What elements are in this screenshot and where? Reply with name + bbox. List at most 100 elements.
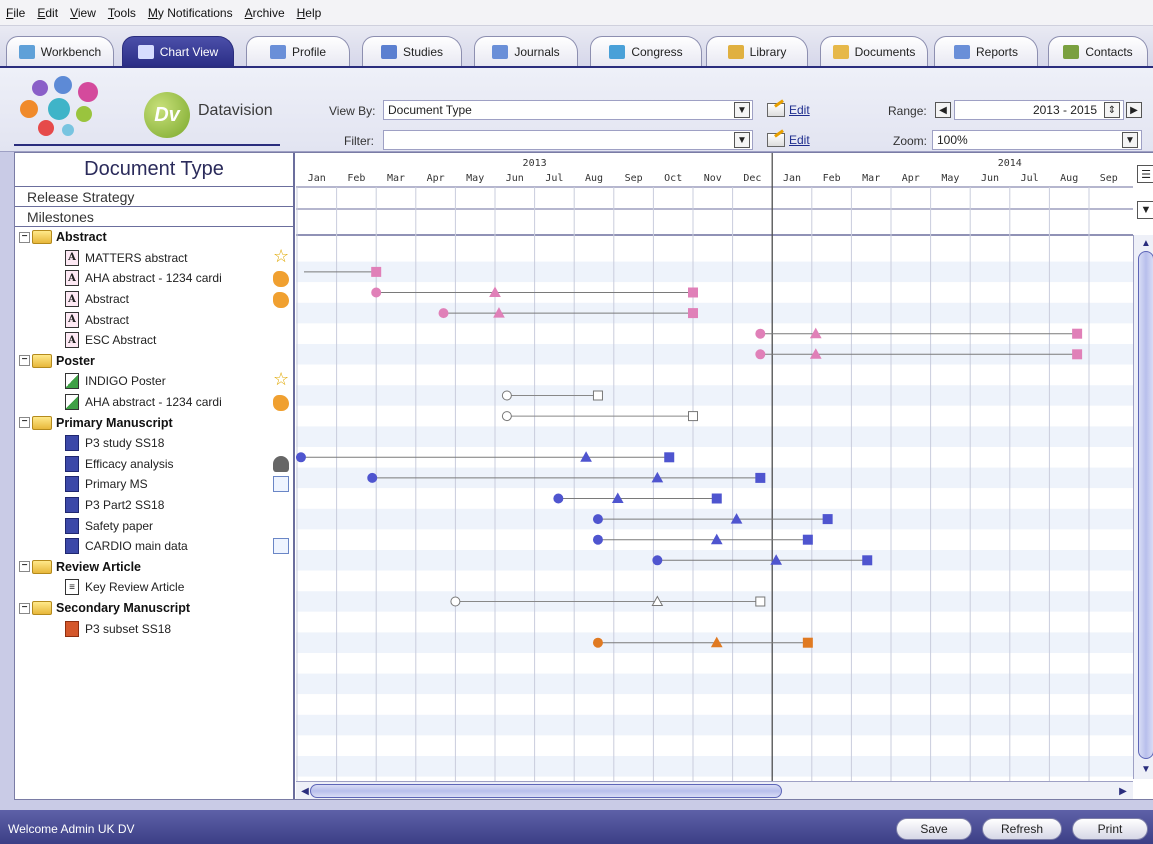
tree-item[interactable]: P3 subset SS18 [15, 618, 293, 639]
brand-logo-icon [18, 76, 118, 140]
filter-funnel-icon[interactable]: ▼ [1137, 201, 1153, 219]
abstract-doc-icon: A [65, 311, 79, 328]
menu-help[interactable]: Help [297, 6, 322, 20]
tree-item[interactable]: Efficacy analysis [15, 454, 293, 475]
collapse-icon[interactable]: − [19, 231, 30, 243]
tree-item[interactable]: Primary MS [15, 474, 293, 495]
range-next-button[interactable]: ▶ [1126, 102, 1142, 118]
menu-edit[interactable]: Edit [37, 6, 58, 20]
tree-item[interactable]: AHA abstract - 1234 cardi [15, 392, 293, 413]
tree-item[interactable]: A Abstract [15, 289, 293, 310]
collapse-icon[interactable]: − [19, 355, 30, 367]
star-icon[interactable]: ☆ [273, 246, 289, 266]
legend-toggle-icon[interactable]: ☰ [1137, 165, 1153, 183]
menu-view[interactable]: View [70, 6, 96, 20]
tree-group-label: Primary Manuscript [56, 415, 173, 430]
chart-row-band [296, 756, 1133, 777]
month-label: Jun [506, 173, 524, 184]
tree-item-label: CARDIO main data [85, 539, 188, 554]
tree-item[interactable]: CARDIO main data [15, 536, 293, 557]
tree-group[interactable]: − Review Article [15, 557, 293, 578]
hand-icon[interactable] [273, 394, 289, 411]
tree-item[interactable]: ≡ Key Review Article [15, 577, 293, 598]
tree-item-label: MATTERS abstract [85, 250, 188, 265]
collapse-icon[interactable]: − [19, 561, 30, 573]
month-label: Mar [862, 173, 880, 184]
month-label: Feb [823, 173, 841, 184]
horizontal-scrollbar[interactable]: ◀ ▶ [296, 781, 1133, 799]
zoom-select[interactable]: 100% [932, 130, 1142, 150]
range-spinner-icon[interactable]: ⇕ [1104, 102, 1120, 118]
manuscript-doc-icon [65, 497, 79, 514]
menu-file[interactable]: File [6, 6, 25, 20]
tree-group[interactable]: − Abstract [15, 227, 293, 248]
end-milestone-marker [802, 534, 813, 545]
print-button[interactable]: Print [1072, 818, 1148, 840]
tab-journals[interactable]: Journals [474, 36, 578, 66]
filter-dropdown-icon[interactable]: ▼ [734, 132, 750, 148]
vertical-scrollbar[interactable]: ▲ ▼ [1133, 235, 1153, 779]
collapse-icon[interactable]: − [19, 602, 30, 614]
range-field[interactable]: 2013 - 2015 [954, 100, 1124, 120]
end-milestone-marker [755, 596, 766, 607]
tab-label: Library [749, 44, 787, 59]
trophy-icon[interactable] [273, 455, 289, 472]
star-icon[interactable]: ☆ [273, 369, 289, 389]
documents-icon [832, 44, 849, 59]
year-label: 2014 [998, 158, 1022, 169]
tree-item[interactable]: A MATTERS abstract ☆ [15, 246, 293, 269]
menu-tools[interactable]: Tools [108, 6, 136, 20]
tab-contacts[interactable]: Contacts [1048, 36, 1148, 66]
tree-item[interactable]: A Abstract [15, 309, 293, 330]
tab-profile[interactable]: Profile [246, 36, 350, 66]
menu-my-notifications[interactable]: My Notifications [148, 6, 233, 20]
tree-group-label: Secondary Manuscript [56, 601, 191, 616]
tree-item[interactable]: A ESC Abstract [15, 330, 293, 351]
chart-row-band [296, 426, 1133, 447]
tab-label: Studies [402, 44, 444, 59]
tree-group[interactable]: − Poster [15, 351, 293, 372]
release-strategy-row[interactable]: Release Strategy [15, 187, 293, 207]
start-milestone-marker [755, 328, 766, 339]
vertical-scroll-thumb[interactable] [1138, 251, 1153, 759]
tree-item[interactable]: P3 Part2 SS18 [15, 495, 293, 516]
manuscript-doc-icon [65, 435, 79, 452]
tab-reports[interactable]: Reports [934, 36, 1038, 66]
view-by-edit-link[interactable]: Edit [767, 103, 810, 117]
tab-studies[interactable]: Studies [362, 36, 462, 66]
menu-archive[interactable]: Archive [245, 6, 285, 20]
tree-item[interactable]: Safety paper [15, 515, 293, 536]
milestones-row[interactable]: Milestones [15, 207, 293, 227]
tab-congress[interactable]: Congress [590, 36, 702, 66]
tab-chart-view[interactable]: Chart View [122, 36, 234, 66]
tab-label: Documents [854, 44, 916, 59]
tab-documents[interactable]: Documents [820, 36, 928, 66]
range-label: Range: [888, 104, 927, 118]
refresh-button[interactable]: Refresh [982, 818, 1062, 840]
filter-edit-link[interactable]: Edit [767, 133, 810, 147]
collapse-icon[interactable]: − [19, 417, 30, 429]
tree-item[interactable]: A AHA abstract - 1234 cardi [15, 268, 293, 289]
horizontal-scroll-thumb[interactable] [310, 784, 782, 798]
doc-search-icon[interactable] [273, 538, 289, 554]
tree-item[interactable]: INDIGO Poster ☆ [15, 369, 293, 392]
doc-search-icon[interactable] [273, 476, 289, 493]
scroll-up-icon[interactable]: ▲ [1139, 237, 1153, 249]
zoom-dropdown-icon[interactable]: ▼ [1122, 132, 1138, 148]
range-prev-button[interactable]: ◀ [935, 102, 951, 118]
scroll-down-icon[interactable]: ▼ [1139, 763, 1153, 775]
save-button[interactable]: Save [896, 818, 972, 840]
abstract-doc-icon: A [65, 270, 79, 287]
tab-library[interactable]: Library [706, 36, 808, 66]
view-by-dropdown-icon[interactable]: ▼ [734, 102, 750, 118]
month-label: Aug [1060, 173, 1078, 184]
tree-group[interactable]: − Secondary Manuscript [15, 598, 293, 619]
tree-group[interactable]: − Primary Manuscript [15, 412, 293, 433]
tree-item[interactable]: P3 study SS18 [15, 433, 293, 454]
view-by-select[interactable]: Document Type [383, 100, 753, 120]
filter-select[interactable] [383, 130, 753, 150]
scroll-right-icon[interactable]: ▶ [1116, 785, 1130, 797]
hand-icon[interactable] [273, 291, 289, 308]
hand-icon[interactable] [273, 271, 289, 288]
tab-workbench[interactable]: Workbench [6, 36, 114, 66]
